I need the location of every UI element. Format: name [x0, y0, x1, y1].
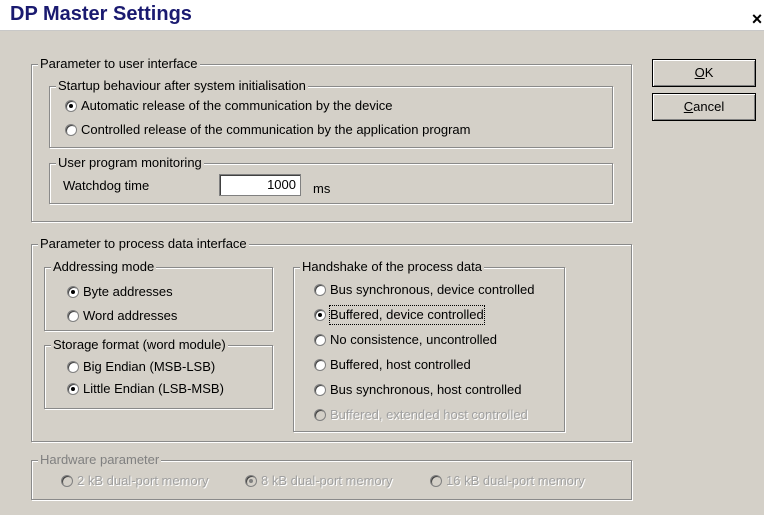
- ok-button[interactable]: OK: [652, 59, 756, 87]
- storage-option-label: Big Endian (MSB-LSB): [83, 359, 216, 374]
- hardware-option-label: 8 kB dual-port memory: [261, 473, 393, 488]
- process-data-legend: Parameter to process data interface: [38, 236, 249, 252]
- addressing-option-label: Word addresses: [83, 308, 178, 323]
- handshake-option-label: No consistence, uncontrolled: [330, 332, 497, 347]
- handshake-option-label: Bus synchronous, host controlled: [330, 382, 522, 397]
- hardware-option-label: 2 kB dual-port memory: [77, 473, 209, 488]
- storage-option-label: Little Endian (LSB-MSB): [83, 381, 224, 396]
- window-title: DP Master Settings: [10, 3, 192, 25]
- cancel-button[interactable]: Cancel: [652, 93, 756, 121]
- handshake-option-label: Buffered, device controlled: [329, 305, 485, 325]
- handshake-option-label: Buffered, extended host controlled: [330, 407, 528, 422]
- ok-label: K: [704, 65, 714, 80]
- watchdog-time-input[interactable]: 1000: [219, 174, 301, 196]
- monitoring-legend: User program monitoring: [56, 155, 204, 171]
- storage-group: Storage format (word module): [44, 337, 273, 409]
- handshake-option-label: Buffered, host controlled: [330, 357, 471, 372]
- cancel-mnemonic: C: [683, 99, 694, 114]
- watchdog-label: Watchdog time: [63, 178, 150, 193]
- user-interface-legend: Parameter to user interface: [38, 56, 200, 72]
- radio-icon[interactable]: [314, 309, 326, 321]
- startup-legend: Startup behaviour after system initialis…: [56, 78, 308, 94]
- title-bar: DP Master Settings ×: [0, 0, 764, 31]
- radio-icon[interactable]: [67, 310, 79, 322]
- ok-mnemonic: O: [694, 65, 705, 80]
- radio-icon: [314, 409, 326, 421]
- handshake-option-label: Bus synchronous, device controlled: [330, 282, 535, 297]
- radio-icon[interactable]: [65, 100, 77, 112]
- addressing-legend: Addressing mode: [51, 259, 157, 275]
- radio-icon[interactable]: [67, 361, 79, 373]
- radio-icon[interactable]: [67, 383, 79, 395]
- addressing-option-label: Byte addresses: [83, 284, 173, 299]
- hardware-legend: Hardware parameter: [38, 452, 162, 468]
- radio-icon: [430, 475, 442, 487]
- radio-icon: [61, 475, 73, 487]
- startup-option-label: Controlled release of the communication …: [81, 122, 471, 137]
- storage-legend: Storage format (word module): [51, 337, 228, 353]
- radio-icon[interactable]: [314, 284, 326, 296]
- hardware-option-label: 16 kB dual-port memory: [446, 473, 585, 488]
- radio-icon[interactable]: [67, 286, 79, 298]
- startup-option-label: Automatic release of the communication b…: [81, 98, 393, 113]
- radio-icon[interactable]: [314, 334, 326, 346]
- radio-icon[interactable]: [314, 384, 326, 396]
- close-icon[interactable]: ×: [750, 10, 764, 28]
- watchdog-unit: ms: [313, 181, 331, 196]
- radio-icon[interactable]: [65, 124, 77, 136]
- radio-icon: [245, 475, 257, 487]
- radio-icon[interactable]: [314, 359, 326, 371]
- handshake-legend: Handshake of the process data: [300, 259, 484, 275]
- cancel-label: ancel: [693, 99, 725, 114]
